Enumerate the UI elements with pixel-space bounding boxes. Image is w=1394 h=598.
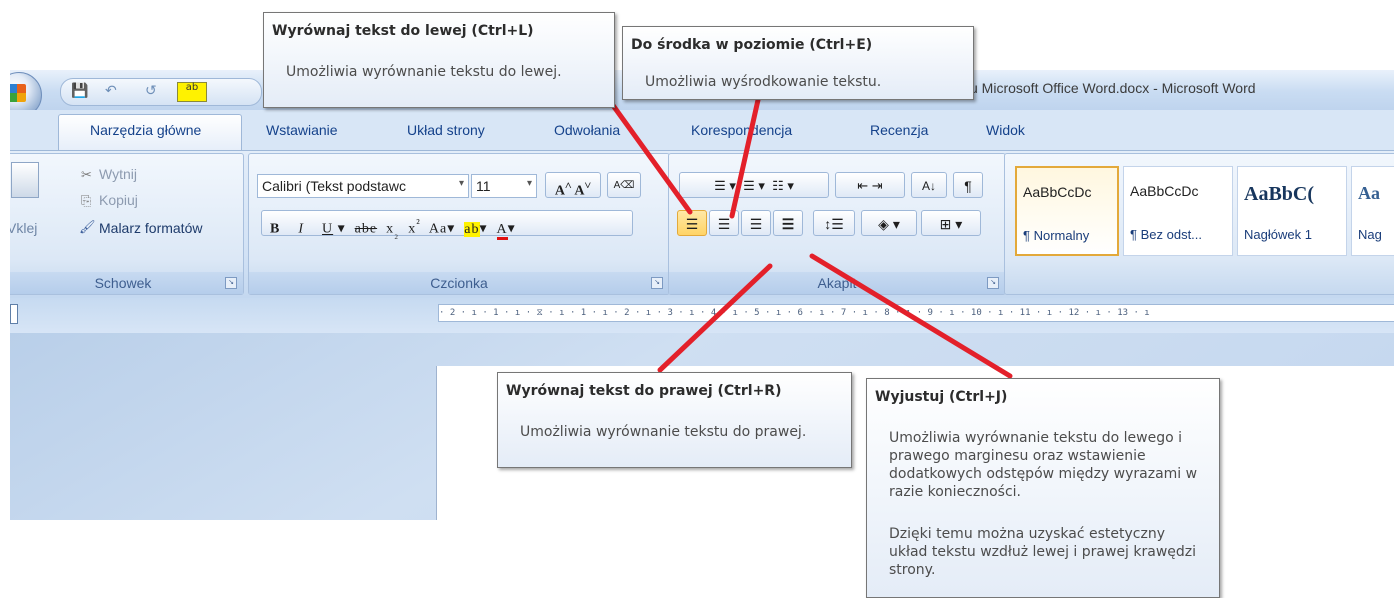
tooltip-body: Umożliwia wyrównanie tekstu do prawej. xyxy=(520,424,807,440)
annotation-line-left xyxy=(609,101,693,215)
tooltip-align-left: Wyrównaj tekst do lewej (Ctrl+L) Umożliw… xyxy=(263,12,615,108)
tooltip-title: Wyrównaj tekst do prawej (Ctrl+R) xyxy=(506,383,782,399)
tooltip-title: Wyrównaj tekst do lewej (Ctrl+L) xyxy=(272,23,534,39)
annotation-line-justify xyxy=(809,253,1013,379)
tooltip-align-right: Wyrównaj tekst do prawej (Ctrl+R) Umożli… xyxy=(497,372,852,468)
tooltip-justify: Wyjustuj (Ctrl+J) Umożliwia wyrównanie t… xyxy=(866,378,1220,598)
tooltip-title: Wyjustuj (Ctrl+J) xyxy=(875,389,1008,405)
annotation-line-right xyxy=(657,263,773,373)
tooltip-body: Umożliwia wyśrodkowanie tekstu. xyxy=(645,74,882,90)
tooltip-body: Umożliwia wyrównanie tekstu do lewej. xyxy=(286,64,562,80)
tooltip-body-extra: Dzięki temu można uzyskać estetyczny ukł… xyxy=(889,526,1197,578)
tooltip-title: Do środka w poziomie (Ctrl+E) xyxy=(631,37,873,53)
tooltip-align-center: Do środka w poziomie (Ctrl+E) Umożliwia … xyxy=(622,26,974,100)
tooltip-body: Umożliwia wyrównanie tekstu do lewego i … xyxy=(889,430,1198,500)
annotation-line-center xyxy=(729,97,761,219)
